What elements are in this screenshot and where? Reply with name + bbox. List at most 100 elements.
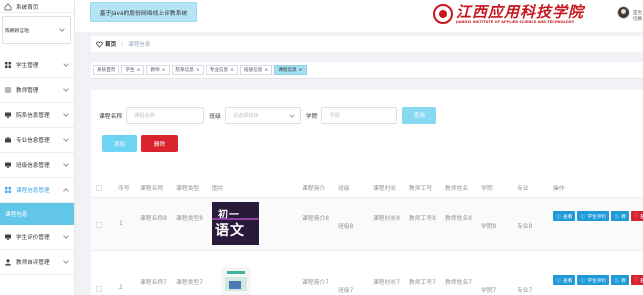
col-duration: 课程时长 bbox=[373, 186, 397, 192]
teacher-eval-button[interactable]: ⓘ 教 bbox=[611, 275, 630, 285]
col-index: 序号 bbox=[118, 186, 130, 192]
college-label: 学院 bbox=[305, 113, 318, 120]
view-button[interactable]: ⓘ 查看 bbox=[553, 211, 576, 221]
cell-major: 专业8 bbox=[517, 224, 533, 230]
grid-icon bbox=[4, 186, 12, 194]
tab-teachers[interactable]: 教师 × bbox=[146, 65, 170, 75]
breadcrumb-separator: / bbox=[121, 41, 124, 47]
cell-teacher-no: 教师工号7 bbox=[409, 280, 436, 286]
chevron-down-icon bbox=[63, 161, 69, 167]
table-row: 2 课程名称7 课程类型7 课程简介7 班级7 课程时长7 教师工号7 教师姓名… bbox=[91, 251, 643, 295]
sidebar-item-courses[interactable]: 课程信息管理 bbox=[0, 178, 74, 203]
query-button[interactable]: 查询 bbox=[402, 106, 437, 124]
view-button[interactable]: ⓘ 查看 bbox=[553, 275, 576, 285]
col-teacher-name: 教师姓名 bbox=[445, 186, 469, 192]
avatar[interactable] bbox=[617, 6, 630, 19]
sidebar-item-teachers[interactable]: 教师管理 bbox=[0, 78, 74, 103]
tab-students[interactable]: 学生 × bbox=[121, 65, 145, 75]
username[interactable]: 是否切换 bbox=[633, 10, 643, 22]
chevron-up-icon bbox=[63, 188, 69, 194]
class-label: 班级 bbox=[209, 113, 221, 120]
header: 基于Java的股份网络线上评教系统 江西应用科技学院 JIANGXI INSTI… bbox=[75, 0, 643, 32]
cell-index: 1 bbox=[119, 221, 123, 227]
student-eval-button[interactable]: ⓘ 学生评价 bbox=[577, 275, 610, 285]
close-icon[interactable]: × bbox=[196, 68, 200, 73]
cell-intro: 课程简介7 bbox=[302, 280, 329, 286]
delete-button[interactable]: 删除 bbox=[141, 135, 178, 152]
chevron-down-icon bbox=[63, 258, 69, 264]
sidebar-subitem-course-info[interactable]: 课程信息 bbox=[0, 203, 74, 225]
close-icon[interactable]: × bbox=[162, 68, 166, 73]
teacher-eval-button[interactable]: ⓘ 教 bbox=[611, 211, 630, 221]
col-actions: 操作 bbox=[553, 186, 565, 192]
sidebar-item-students[interactable]: 学生管理 bbox=[0, 53, 74, 78]
breadcrumb-current: 课程信息 bbox=[128, 42, 151, 48]
col-teacher-no: 教师工号 bbox=[409, 186, 433, 192]
col-image: 图片 bbox=[212, 186, 224, 192]
tab-departments[interactable]: 院系信息 × bbox=[171, 65, 204, 75]
school-logo: 江西应用科技学院 JIANGXI INSTITUTE OF APPLIED SC… bbox=[433, 2, 613, 26]
sidebar-item-departments[interactable]: 院系信息管理 bbox=[0, 103, 74, 128]
tab-bar: 系统首页 学生 × 教师 × 院系信息 × 专业信息 × 班级信息 × 课程信息 × bbox=[91, 62, 643, 79]
col-name: 课程名称 bbox=[140, 186, 164, 192]
sidebar-item-home[interactable]: 系统首页 bbox=[0, 0, 74, 13]
college-input[interactable]: 学院 bbox=[321, 106, 398, 124]
student-eval-button[interactable]: ⓘ 学生评价 bbox=[577, 211, 610, 221]
school-seal-icon bbox=[433, 4, 453, 24]
row-delete-button[interactable]: ♡删除 bbox=[631, 211, 643, 221]
col-class: 班级 bbox=[338, 186, 350, 192]
course-table: 序号 课程名称 课程类型 图片 课程简介 班级 课程时长 教师工号 教师姓名 学… bbox=[91, 178, 643, 295]
grid-icon bbox=[4, 61, 12, 69]
info-icon: ⓘ bbox=[580, 278, 586, 284]
close-icon[interactable]: × bbox=[137, 68, 141, 73]
cell-duration: 课程时长7 bbox=[373, 280, 400, 286]
info-icon: ⓘ bbox=[614, 214, 620, 220]
close-icon[interactable]: × bbox=[230, 68, 234, 73]
row-actions: ⓘ查看 ⓘ学生评价 ⓘ教 ♡删除 bbox=[553, 275, 643, 285]
account-select[interactable]: 陈娜顾言啦 bbox=[2, 16, 71, 44]
cell-teacher-no: 教师工号8 bbox=[409, 216, 436, 222]
class-select[interactable]: 请选择班级 bbox=[224, 106, 301, 124]
table-header: 序号 课程名称 课程类型 图片 课程简介 班级 课程时长 教师工号 教师姓名 学… bbox=[91, 178, 643, 198]
sidebar: 系统首页 陈娜顾言啦 学生管理 教师管理 院系信息管理 专业信息管理 班级信息管… bbox=[0, 0, 75, 295]
info-icon: ⓘ bbox=[556, 278, 561, 284]
monitor-icon bbox=[4, 111, 12, 119]
close-icon[interactable]: × bbox=[264, 68, 268, 73]
tab-classes[interactable]: 班级信息 × bbox=[240, 65, 273, 75]
sidebar-item-classes[interactable]: 班级信息管理 bbox=[0, 153, 74, 178]
info-icon: ⓘ bbox=[580, 214, 586, 220]
sidebar-item-student-eval[interactable]: 学生评价管理 bbox=[0, 225, 74, 250]
tab-courses[interactable]: 课程信息 × bbox=[274, 65, 307, 75]
row-delete-button[interactable]: ♡删除 bbox=[631, 275, 643, 285]
select-all-checkbox[interactable] bbox=[96, 185, 102, 191]
course-name-input[interactable]: 课程名称 bbox=[126, 106, 205, 124]
row-actions: ⓘ查看 ⓘ学生评价 ⓘ教 ♡删除 bbox=[553, 211, 643, 221]
breadcrumb-home[interactable]: 首页 bbox=[96, 40, 116, 48]
cell-type: 课程类型8 bbox=[176, 216, 203, 222]
briefcase-icon bbox=[4, 136, 12, 144]
chevron-down-icon bbox=[63, 136, 69, 142]
system-title: 基于Java的股份网络线上评教系统 bbox=[90, 2, 197, 22]
cell-name: 课程名称7 bbox=[140, 280, 167, 286]
cell-type: 课程类型7 bbox=[176, 280, 203, 286]
row-checkbox[interactable] bbox=[96, 222, 102, 228]
tab-majors[interactable]: 专业信息 × bbox=[205, 65, 239, 75]
add-button[interactable]: 添加 bbox=[102, 135, 137, 152]
tab-home[interactable]: 系统首页 bbox=[93, 65, 120, 75]
course-name-label: 课程名称 bbox=[99, 113, 123, 120]
chevron-down-icon bbox=[63, 111, 69, 117]
cell-index: 2 bbox=[119, 285, 123, 291]
monitor-icon bbox=[4, 161, 12, 169]
sidebar-item-majors[interactable]: 专业信息管理 bbox=[0, 128, 74, 153]
chevron-down-icon bbox=[63, 86, 69, 92]
cell-intro: 课程简介8 bbox=[302, 216, 329, 222]
chevron-down-icon bbox=[288, 111, 295, 118]
col-major: 专业 bbox=[517, 186, 529, 192]
row-checkbox[interactable] bbox=[96, 286, 102, 292]
close-icon[interactable]: × bbox=[299, 68, 303, 73]
home-icon bbox=[4, 2, 12, 11]
search-bar: 课程名称 课程名称 班级 请选择班级 学院 学院 查询 bbox=[99, 106, 437, 124]
sidebar-item-teacher-eval[interactable]: 教师自评管理 bbox=[0, 250, 74, 275]
trash-icon: ♡ bbox=[634, 213, 639, 219]
cell-college: 学院7 bbox=[481, 288, 497, 294]
